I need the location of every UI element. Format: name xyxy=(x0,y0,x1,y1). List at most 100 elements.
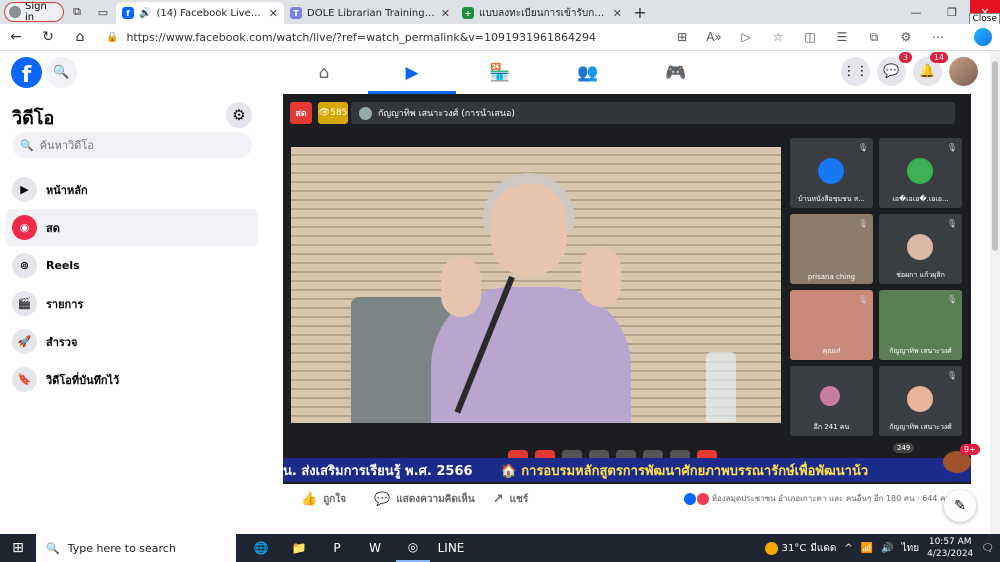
powerpoint-icon[interactable]: P xyxy=(320,534,354,562)
love-reaction-icon xyxy=(696,492,709,505)
close-tab-icon[interactable]: ✕ xyxy=(269,7,278,20)
video-search[interactable]: 🔍 xyxy=(12,132,252,158)
tab-dole-training[interactable]: T DOLE Librarian Training - อบรมบรรณารัก… xyxy=(284,2,456,24)
minimize-button[interactable]: — xyxy=(898,0,934,24)
control-button[interactable] xyxy=(589,450,609,458)
language-indicator[interactable]: ไทย xyxy=(902,541,919,556)
taskbar-search[interactable]: 🔍 Type here to search xyxy=(36,534,236,562)
video-nav-icon[interactable]: ▶ xyxy=(368,51,456,94)
mic-off-icon: 🎙 xyxy=(946,371,957,380)
home-nav-icon[interactable]: ⌂ xyxy=(280,51,368,94)
chrome-icon[interactable]: ◎ xyxy=(396,534,430,562)
reaction-summary[interactable]: ห้องสมุดประชาชน อำเภอเกาะคา และ คนอื่นๆ … xyxy=(683,492,965,505)
copilot-icon[interactable] xyxy=(974,28,992,46)
close-tab-icon[interactable]: ✕ xyxy=(441,7,450,20)
eye-icon: 👁 xyxy=(318,108,331,118)
sidebar-item-saved[interactable]: 🔖 วิดีโอที่บันทึกไว้ xyxy=(6,361,258,398)
presenter-avatar xyxy=(359,106,372,120)
avatar[interactable] xyxy=(949,57,978,86)
sidebar-item-explore[interactable]: 🚀 สำรวจ xyxy=(6,323,258,360)
page-scrollbar[interactable] xyxy=(990,51,1000,534)
read-aloud-icon[interactable]: A» xyxy=(698,30,730,45)
line-app-icon[interactable]: LINE xyxy=(434,534,468,562)
control-button[interactable] xyxy=(535,450,555,458)
notifications-badge: 14 xyxy=(929,52,948,63)
refresh-button[interactable]: ↻ xyxy=(32,29,64,45)
tab-registration-form[interactable]: + แบบลงทะเบียนการเข้ารับการอบรม (การขอบ … xyxy=(456,2,628,24)
restore-button[interactable]: ❐ xyxy=(934,0,970,24)
browser-tab-strip: Sign in ⧉ ▭ f 🔊 (14) Facebook Live | Fac… xyxy=(0,0,1000,25)
ticker-text-left: น. ส่งเสริมการเรียนรู้ พ.ศ. 2566 xyxy=(283,463,473,479)
control-button[interactable] xyxy=(616,450,636,458)
notifications-bell-icon[interactable]: 🔔 14 xyxy=(913,52,948,86)
facebook-logo-icon[interactable]: f xyxy=(11,57,42,88)
extensions-icon[interactable]: ⚙ xyxy=(890,30,922,45)
address-tools: ⊞ A» ▷ ☆ ◫ ☰ ⧉ ⚙ ⋯ xyxy=(666,30,954,45)
thumbs-up-icon: 👍 xyxy=(301,491,318,507)
settings-gear-icon[interactable]: ⚙ xyxy=(226,102,252,128)
messenger-icon[interactable]: 💬 3 xyxy=(877,52,912,86)
file-explorer-icon[interactable]: 📁 xyxy=(282,534,316,562)
video-icon[interactable]: ▷ xyxy=(730,30,762,45)
weather-widget[interactable]: 31°C มีแดด xyxy=(764,541,837,556)
teams-favicon-icon: T xyxy=(290,7,302,19)
sign-in-button[interactable]: Sign in xyxy=(4,1,64,23)
control-button[interactable] xyxy=(670,450,690,458)
url-field[interactable]: 🔒 https://www.facebook.com/watch/live/?r… xyxy=(100,26,660,48)
search-icon[interactable]: 🔍 xyxy=(46,57,77,88)
control-button[interactable] xyxy=(508,450,528,458)
notification-center-icon[interactable]: 🗨 xyxy=(981,543,994,554)
word-icon[interactable]: W xyxy=(358,534,392,562)
split-screen-icon[interactable]: ◫ xyxy=(794,30,826,45)
mic-off-icon: 🎙 xyxy=(946,295,957,304)
control-button[interactable] xyxy=(643,450,663,458)
header-right: ⋮⋮ 💬 3 🔔 14 xyxy=(841,52,978,86)
collections-icon[interactable]: ⧉ xyxy=(858,30,890,45)
participant-name: กัญญาทิพ เสนาะวงศ์ xyxy=(889,423,952,431)
edge-app-icon[interactable]: 🌐 xyxy=(244,534,278,562)
comment-button[interactable]: 💬 แสดงความคิดเห็น xyxy=(374,492,475,507)
favorite-star-icon[interactable]: ☆ xyxy=(762,30,794,45)
gaming-nav-icon[interactable]: 🎮 xyxy=(632,51,720,94)
participant-tile: อีก 241 คน xyxy=(790,366,873,436)
windows-start-icon[interactable]: ⊞ xyxy=(0,540,36,556)
marketplace-nav-icon[interactable]: 🏪 xyxy=(456,51,544,94)
meeting-controls xyxy=(508,450,717,458)
sidebar-item-label: วิดีโอที่บันทึกไว้ xyxy=(46,373,120,387)
main-nav: ⌂ ▶ 🏪 👥 🎮 xyxy=(280,51,720,94)
sidebar-item-shows[interactable]: 🎬 รายการ xyxy=(6,285,258,322)
workspaces-icon[interactable]: ⧉ xyxy=(64,2,90,22)
video-search-input[interactable] xyxy=(39,138,240,152)
sidebar-item-label: รายการ xyxy=(46,297,84,311)
groups-nav-icon[interactable]: 👥 xyxy=(544,51,632,94)
back-button[interactable]: ← xyxy=(0,29,32,45)
home-button[interactable]: ⌂ xyxy=(64,29,96,45)
favorites-icon[interactable]: ☰ xyxy=(826,30,858,45)
volume-icon[interactable]: 🔊 xyxy=(881,543,893,554)
control-button[interactable] xyxy=(697,450,717,458)
lock-icon[interactable]: 🔒 xyxy=(106,32,118,43)
app-available-icon[interactable]: ⊞ xyxy=(666,30,698,45)
tray-expand-icon[interactable]: ^ xyxy=(844,543,852,554)
like-button[interactable]: 👍 ถูกใจ xyxy=(301,492,346,507)
play-icon: ▶ xyxy=(12,177,37,202)
sidebar-item-home[interactable]: ▶ หน้าหลัก xyxy=(6,171,258,208)
sidebar-item-reels[interactable]: ⊚ Reels xyxy=(6,247,258,284)
close-tab-icon[interactable]: ✕ xyxy=(613,7,622,20)
network-icon[interactable]: 📶 xyxy=(861,543,873,554)
participant-avatar xyxy=(820,386,840,406)
menu-grid-icon[interactable]: ⋮⋮ xyxy=(841,57,870,86)
sheets-favicon-icon: + xyxy=(462,7,474,19)
control-button[interactable] xyxy=(562,450,582,458)
new-tab-button[interactable]: + xyxy=(628,3,652,22)
sidebar-item-live[interactable]: ◉ สด xyxy=(6,209,258,246)
more-icon[interactable]: ⋯ xyxy=(922,30,954,45)
tab-facebook-live[interactable]: f 🔊 (14) Facebook Live | Facebook ✕ xyxy=(116,2,284,24)
clock[interactable]: 10:57 AM 4/23/2024 xyxy=(927,536,973,560)
scrollbar-thumb[interactable] xyxy=(992,61,998,251)
share-button[interactable]: ↗ แชร์ xyxy=(493,492,529,507)
live-video-player[interactable]: สด 👁 585 กัญญาทิพ เสนาะวงศ์ (การนำเสนอ) … xyxy=(283,94,971,484)
weather-text: มีแดด xyxy=(810,542,837,554)
tab-actions-icon[interactable]: ▭ xyxy=(90,2,116,22)
new-message-icon[interactable]: ✎ xyxy=(944,490,976,522)
